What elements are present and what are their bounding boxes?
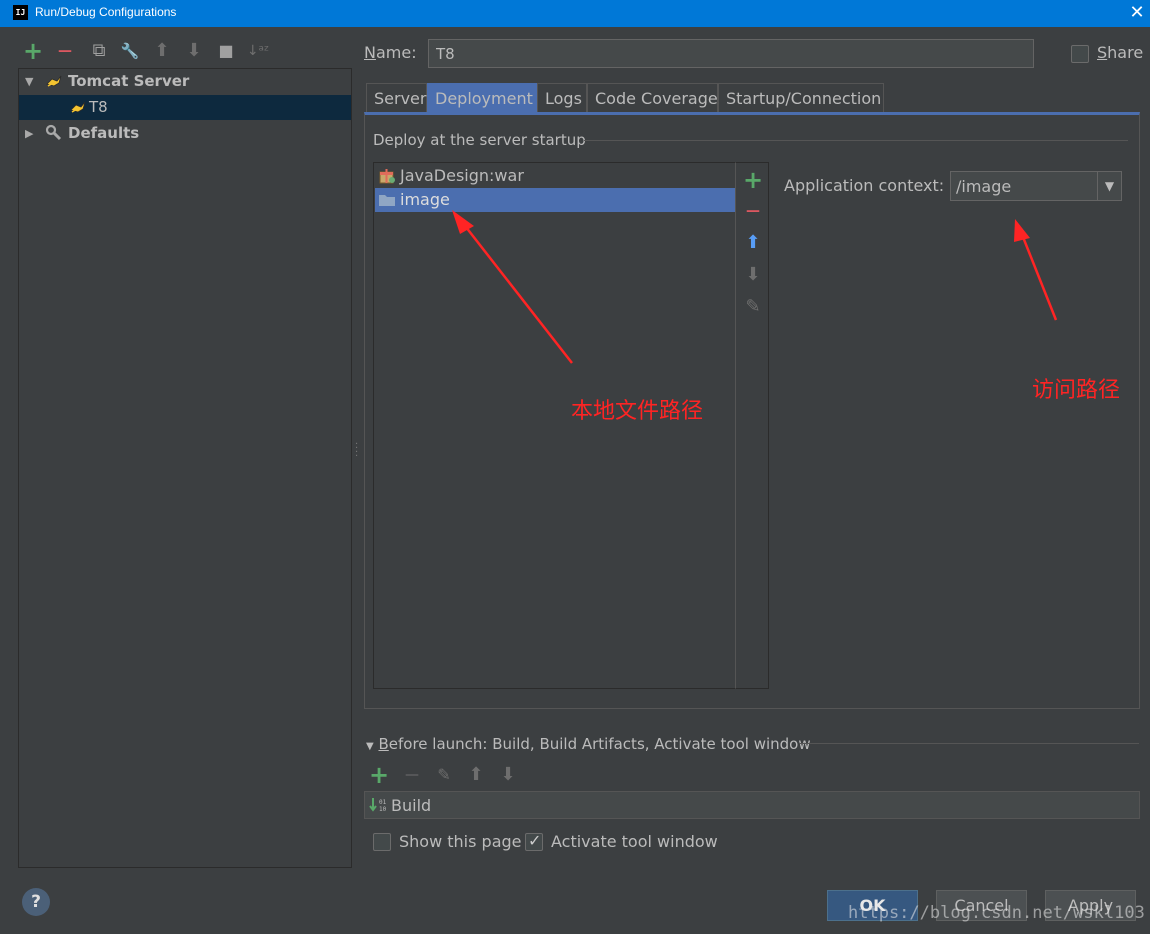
wrench-icon — [45, 124, 62, 141]
list-item-build[interactable]: 01 10 Build — [367, 794, 431, 818]
remove-task-button[interactable]: — — [399, 762, 425, 788]
deploy-section-title: Deploy at the server startup — [373, 131, 586, 149]
move-down-button[interactable]: ⬇ — [181, 38, 207, 64]
annotation-local-path: 本地文件路径 — [571, 399, 704, 424]
before-launch-list: 01 10 Build — [364, 791, 1140, 819]
tab-server[interactable]: Server — [366, 83, 427, 113]
build-icon: 01 10 — [369, 798, 387, 813]
before-launch-title[interactable]: ▼ Before launch: Build, Build Artifacts,… — [366, 735, 811, 753]
edit-pencil-icon[interactable]: ✎ — [740, 294, 766, 320]
list-item-javadesign-war[interactable]: JavaDesign:war — [375, 164, 735, 188]
help-button[interactable]: ? — [22, 888, 50, 916]
tab-logs[interactable]: Logs — [537, 83, 587, 113]
watermark-text: https://blog.csdn.net/wskl103 — [848, 903, 1145, 923]
application-context-value[interactable]: /image — [956, 177, 1011, 196]
tree-item-defaults[interactable]: ▶ Defaults — [19, 121, 351, 146]
remove-deployment-button[interactable]: — — [740, 198, 766, 224]
section-divider — [799, 743, 1139, 744]
tomcat-icon — [46, 75, 62, 87]
deployment-side-toolbar: + — ⬆ ⬇ ✎ — [735, 162, 769, 689]
share-label: Share — [1097, 43, 1144, 62]
tree-item-t8[interactable]: T8 — [19, 95, 351, 120]
list-item-label: Build — [391, 796, 432, 815]
tree-item-label: Defaults — [68, 124, 140, 142]
tab-code-coverage[interactable]: Code Coverage — [587, 83, 718, 113]
list-item-image[interactable]: image — [375, 188, 735, 212]
activate-tool-window-checkbox[interactable] — [525, 831, 543, 851]
section-divider — [584, 140, 1128, 141]
move-down-icon[interactable]: ⬇ — [740, 262, 766, 288]
list-item-label: image — [400, 190, 450, 209]
share-checkbox[interactable] — [1071, 45, 1089, 63]
name-label: Name: — [364, 43, 417, 62]
copy-config-button[interactable]: ⧉ — [86, 38, 112, 64]
collapse-triangle-icon: ▼ — [366, 741, 374, 752]
move-task-up-icon[interactable]: ⬆ — [463, 762, 489, 788]
collapsed-arrow-icon[interactable]: ▶ — [25, 121, 33, 146]
move-up-icon[interactable]: ⬆ — [740, 230, 766, 256]
annotation-access-path: 访问路径 — [1032, 378, 1121, 403]
add-config-button[interactable]: + — [20, 38, 46, 64]
move-up-button[interactable]: ⬆ — [149, 38, 175, 64]
edit-defaults-button[interactable]: 🔧 — [117, 38, 143, 64]
remove-config-button[interactable]: — — [52, 38, 78, 64]
deployment-list: JavaDesign:war image — [373, 162, 736, 689]
tab-deployment[interactable]: Deployment — [427, 83, 537, 113]
folder-icon[interactable]: ■ — [213, 38, 239, 64]
tab-startup-connection[interactable]: Startup/Connection — [718, 83, 884, 113]
tree-item-label: Tomcat Server — [68, 72, 190, 90]
edit-task-icon[interactable]: ✎ — [431, 762, 457, 788]
application-context-combo[interactable]: /image ▼ — [950, 171, 1122, 201]
window-title: Run/Debug Configurations — [35, 5, 177, 19]
move-task-down-icon[interactable]: ⬇ — [495, 762, 521, 788]
folder-icon — [379, 195, 395, 206]
add-deployment-button[interactable]: + — [740, 167, 766, 193]
expanded-arrow-icon[interactable]: ▼ — [25, 69, 33, 94]
name-input[interactable] — [428, 39, 1034, 68]
activate-tool-window-label: Activate tool window — [551, 832, 718, 851]
close-icon[interactable]: ✕ — [1126, 1, 1148, 25]
list-item-label: JavaDesign:war — [400, 166, 524, 185]
artifact-icon — [379, 169, 395, 184]
chevron-down-icon[interactable]: ▼ — [1097, 172, 1121, 200]
config-tree: ▼ Tomcat Server T8 ▶ Defaults — [18, 68, 352, 868]
intellij-app-icon: IJ — [13, 5, 28, 20]
title-bar: IJ Run/Debug Configurations ✕ — [0, 0, 1150, 27]
show-this-page-label: Show this page — [399, 832, 522, 851]
sort-icon[interactable]: ↓ᵃᶻ — [245, 38, 271, 64]
tomcat-icon — [70, 101, 86, 113]
splitter-handle[interactable]: · · · · — [355, 440, 358, 462]
svg-text:10: 10 — [379, 806, 387, 813]
show-this-page-checkbox[interactable] — [373, 833, 391, 851]
tree-item-tomcat-server[interactable]: ▼ Tomcat Server — [19, 69, 351, 94]
application-context-label: Application context: — [784, 176, 945, 195]
svg-text:01: 01 — [379, 799, 387, 806]
add-task-button[interactable]: + — [366, 762, 392, 788]
tree-item-label: T8 — [89, 98, 108, 116]
